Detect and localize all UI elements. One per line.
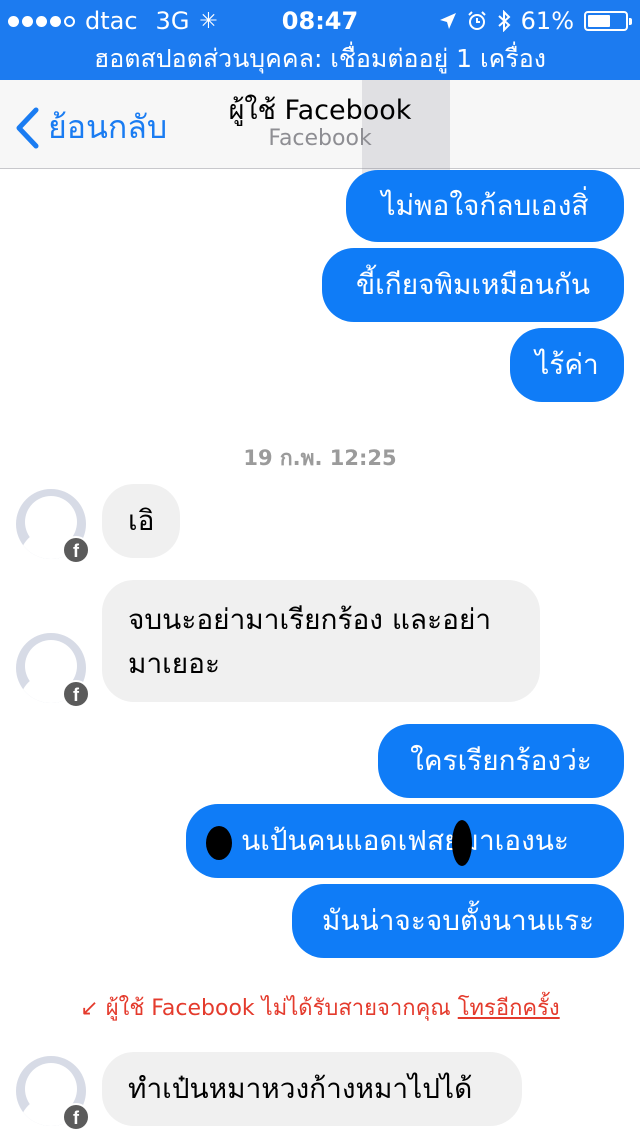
battery-percent: 61%	[520, 7, 574, 35]
message-text: ไม่พอใจก้ลบเองสิ่	[381, 189, 589, 222]
facebook-badge-icon: f	[62, 1103, 90, 1131]
message-text: จบนะอย่ามาเรียกร้อง และอย่ามาเยอะ	[128, 603, 492, 680]
outgoing-message[interactable]: ขี้เกียจพิมเหมือนกัน	[322, 248, 624, 322]
outgoing-message[interactable]: ใครเรียกร้องว่ะ	[378, 724, 624, 798]
call-again-link[interactable]: โทรอีกครั้ง	[458, 996, 560, 1021]
message-text: เอิ	[128, 504, 155, 537]
message-text: ขี้เกียจพิมเหมือนกัน	[356, 268, 590, 301]
facebook-badge-icon: f	[62, 536, 90, 564]
alarm-clock-icon	[467, 11, 486, 30]
outgoing-message[interactable]: มันน่าจะจบตั้งนานแระ	[292, 884, 624, 958]
redaction-mark	[206, 826, 232, 860]
contact-subtitle: Facebook	[268, 126, 372, 151]
redaction-mark	[452, 820, 472, 866]
missed-call-text: ผู้ใช้ Facebook ไม่ได้รับสายจากคุณ	[105, 996, 451, 1021]
hotspot-banner[interactable]: ฮอตสปอตส่วนบุคคล: เชื่อมต่ออยู่ 1 เครื่อ…	[0, 40, 640, 80]
message-text: มันน่าจะจบตั้งนานแระ	[321, 904, 595, 937]
incoming-message[interactable]: ทำเป๋นหมาหวงก้างหมาไปได้	[102, 1052, 522, 1126]
bluetooth-icon	[497, 10, 511, 32]
incoming-message[interactable]: จบนะอย่ามาเรียกร้อง และอย่ามาเยอะ	[102, 580, 540, 702]
message-text: นเป้นคนแอดเฟสยมาเองนะ	[241, 824, 569, 857]
status-bar: dtac 3G ✳ 08:47 61%	[0, 0, 640, 40]
missed-call-icon: ↙	[80, 996, 99, 1021]
message-timestamp: 19 ก.พ. 12:25	[243, 446, 397, 470]
missed-call-notice: ↙ ผู้ใช้ Facebook ไม่ได้รับสายจากคุณ โทร…	[0, 990, 640, 1025]
outgoing-message[interactable]: นเป้นคนแอดเฟสยมาเองนะ	[186, 804, 624, 878]
contact-name[interactable]: ผู้ใช้ Facebook	[0, 88, 640, 131]
message-text: ไร้ค่า	[535, 348, 599, 381]
location-arrow-icon	[439, 13, 456, 29]
message-text: ใครเรียกร้องว่ะ	[410, 744, 592, 777]
battery-level	[588, 15, 610, 27]
status-right: 61%	[439, 7, 632, 35]
outgoing-message[interactable]: ไม่พอใจก้ลบเองสิ่	[346, 170, 624, 242]
facebook-badge-icon: f	[62, 680, 90, 708]
outgoing-message[interactable]: ไร้ค่า	[510, 328, 624, 402]
incoming-message[interactable]: เอิ	[102, 484, 180, 558]
conversation-header: ย้อนกลับ ผู้ใช้ Facebook Facebook	[0, 80, 640, 204]
battery-icon	[584, 11, 632, 31]
message-text: ทำเป๋นหมาหวงก้างหมาไปได้	[128, 1072, 473, 1105]
